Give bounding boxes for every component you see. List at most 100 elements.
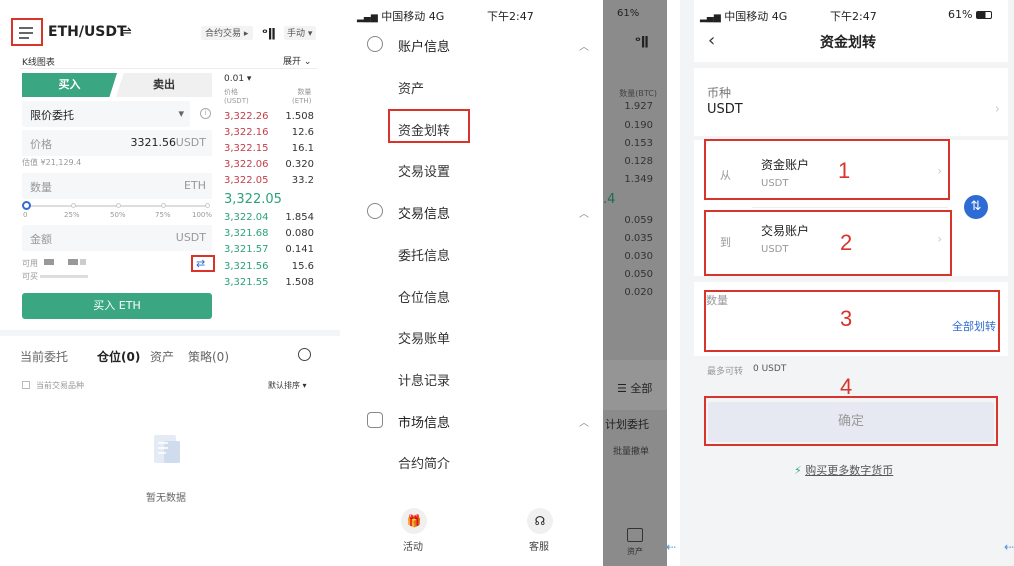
ob-ask-row[interactable]: 3,322.15 16.1 <box>224 143 314 157</box>
back-arrow-icon: ⇠ <box>1004 540 1014 554</box>
ob-bid-row[interactable]: 3,321.56 15.6 <box>224 261 314 275</box>
contract-trade-button[interactable]: 合约交易 ▸ <box>201 26 253 40</box>
page-title: 资金划转 <box>820 35 876 51</box>
available-masked <box>68 259 78 265</box>
precision-select[interactable]: 0.01 ▾ <box>224 74 251 84</box>
coin-select[interactable]: 币种 USDT › <box>694 68 1008 136</box>
tab-assets[interactable]: 资产 <box>150 348 174 365</box>
quantity-input[interactable]: 数量 ETH <box>22 173 212 199</box>
last-price: 3,322.05 <box>224 192 282 207</box>
menu-item-trade-settings[interactable]: 交易设置 <box>398 161 450 180</box>
ask-price: 3,322.16 <box>224 127 269 138</box>
buy-tab[interactable]: 买入 <box>22 73 117 97</box>
swap-accounts-button[interactable]: ⇅ <box>964 195 988 219</box>
menu-item-contract-intro[interactable]: 合约简介 <box>398 453 450 472</box>
chevron-up-icon[interactable]: ︿ <box>579 38 589 53</box>
menu-item-trade-bills[interactable]: 交易账单 <box>398 328 450 347</box>
quantity-slider[interactable]: 0 25% 50% 75% 100% <box>22 200 212 222</box>
price-value: 3321.56 <box>130 136 177 149</box>
ob-bid-row[interactable]: 3,321.68 0.080 <box>224 228 314 242</box>
available-masked <box>44 259 54 265</box>
signal-icon: ▂▄▆ <box>700 13 721 23</box>
tab-strategies[interactable]: 策略(0) <box>188 348 229 365</box>
to-highlight <box>704 210 952 276</box>
order-type-value: 限价委托 <box>30 109 74 122</box>
trade-info-icon <box>367 203 383 219</box>
buy-eth-button[interactable]: 买入 ETH <box>22 293 212 319</box>
section-account-info[interactable]: 账户信息 <box>398 36 450 55</box>
tab-current-orders[interactable]: 当前委托 <box>20 348 68 365</box>
sort-select[interactable]: 默认排序 ▾ <box>268 380 307 391</box>
activity-label[interactable]: 活动 <box>403 538 423 553</box>
expand-button[interactable]: 展开 ⌄ <box>283 54 311 67</box>
ov-qty-header: 数量(BTC) <box>619 89 657 98</box>
kline-label: K线图表 <box>22 58 55 68</box>
chevron-up-icon[interactable]: ︿ <box>579 205 589 220</box>
ob-ask-row[interactable]: 3,322.06 0.320 <box>224 159 314 173</box>
ob-ask-row[interactable]: 3,322.26 1.508 <box>224 111 314 125</box>
ov-qty: 0.190 <box>624 120 653 131</box>
pair-title[interactable]: ETH/USDT <box>48 24 127 40</box>
menu-item-interest[interactable]: 计息记录 <box>398 370 450 389</box>
empty-text: 暂无数据 <box>146 493 186 504</box>
ob-price-header: 价格 (USDT) <box>224 88 249 105</box>
empty-document-icon <box>150 433 184 467</box>
ask-price: 3,322.15 <box>224 143 269 154</box>
current-pair-checkbox[interactable] <box>22 381 30 389</box>
ov-all-label: 全部 <box>630 382 653 395</box>
amount-input[interactable]: 金额 USDT <box>22 225 212 251</box>
support-icon[interactable]: ☊ <box>527 508 553 534</box>
status-bar: ▂▄▆ 中国移动 4G <box>700 8 787 24</box>
slider-handle[interactable] <box>22 201 31 210</box>
ob-ask-row[interactable]: 3,322.05 33.2 <box>224 175 314 189</box>
battery-value: 61% <box>948 8 973 21</box>
from-to-divider <box>752 207 948 208</box>
from-highlight <box>704 139 950 200</box>
dimmed-background[interactable]: 61% ᵒǁ 数量(BTC) 1.927 0.190 0.153 0.128 1… <box>603 0 667 566</box>
swap-pair-icon[interactable]: ⇌ <box>120 24 132 40</box>
quantity-unit: ETH <box>184 179 206 192</box>
clock: 下午2:47 <box>487 10 534 23</box>
menu-item-positions[interactable]: 仓位信息 <box>398 287 450 306</box>
history-icon[interactable] <box>298 348 311 361</box>
side-menu-panel: ▂▄▆ 中国移动 4G 下午2:47 账户信息 ︿ 资产 资金划转 交易设置 交… <box>345 0 667 566</box>
slider-mark: 100% <box>192 211 213 219</box>
section-trade-info[interactable]: 交易信息 <box>398 203 450 222</box>
activity-icon[interactable]: 🎁 <box>401 508 427 534</box>
ob-bid-row[interactable]: 3,322.04 1.854 <box>224 212 314 226</box>
tab-positions[interactable]: 仓位(0) <box>97 348 140 365</box>
bid-qty: 0.080 <box>285 228 314 239</box>
quantity-label: 数量 <box>30 181 52 194</box>
ask-qty: 0.320 <box>285 159 314 170</box>
section-market-info[interactable]: 市场信息 <box>398 412 450 431</box>
ask-qty: 1.508 <box>285 111 314 122</box>
menu-item-orders[interactable]: 委托信息 <box>398 245 450 264</box>
sell-tab[interactable]: 卖出 <box>116 73 212 97</box>
order-type-select[interactable]: 限价委托 ▾ <box>22 101 190 127</box>
ob-ask-row[interactable]: 3,322.16 12.6 <box>224 127 314 141</box>
bid-price: 3,321.57 <box>224 244 269 255</box>
slider-dot <box>71 203 76 208</box>
info-icon[interactable]: i <box>200 108 211 119</box>
candle-icon[interactable]: ᵒǁ <box>262 26 276 40</box>
bid-qty: 1.854 <box>285 212 314 223</box>
bid-qty: 0.141 <box>285 244 314 255</box>
slider-dot <box>161 203 166 208</box>
manual-mode-button[interactable]: 手动 ▾ <box>284 26 316 40</box>
price-input[interactable]: 价格 3321.56 USDT <box>22 130 212 156</box>
menu-item-assets[interactable]: 资产 <box>398 78 424 97</box>
ob-bid-row[interactable]: 3,321.55 1.508 <box>224 277 314 291</box>
status-bar: ▂▄▆ 中国移动 4G <box>357 8 444 24</box>
buy-more-link[interactable]: ⚡ 购买更多数字货币 <box>794 462 893 478</box>
chevron-up-icon[interactable]: ︿ <box>579 414 589 429</box>
support-label[interactable]: 客服 <box>529 538 549 553</box>
ov-qty: 0.030 <box>624 251 653 262</box>
ask-price: 3,322.05 <box>224 175 269 186</box>
back-icon[interactable]: ‹ <box>708 30 715 51</box>
slider-mark: 0 <box>23 211 28 219</box>
ob-bid-row[interactable]: 3,321.57 0.141 <box>224 244 314 258</box>
current-pair-label: 当前交易品种 <box>36 381 84 390</box>
ov-plan: 计划委托 <box>605 418 649 431</box>
coin-label: 币种 <box>707 86 732 100</box>
slider-dot <box>116 203 121 208</box>
